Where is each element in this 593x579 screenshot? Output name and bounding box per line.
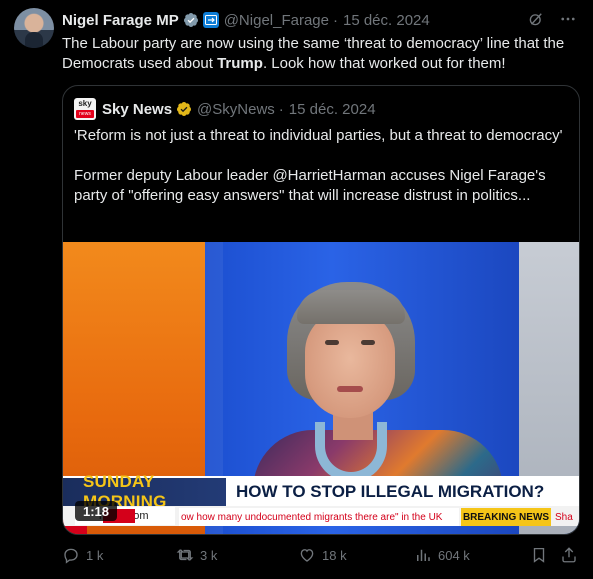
repost-button[interactable]: 3 k xyxy=(176,544,217,566)
subject-fringe xyxy=(297,290,405,324)
reply-button[interactable]: 1 k xyxy=(62,544,103,566)
ticker-text-tail: Sha xyxy=(555,511,573,523)
video-subject xyxy=(253,282,503,520)
bookmark-button[interactable] xyxy=(530,544,548,566)
quoted-post[interactable]: sky news Sky News @SkyNews · 15 déc. 202… xyxy=(62,85,580,535)
subject-face xyxy=(305,310,395,418)
lower-third-headline: HOW TO STOP ILLEGAL MIGRATION? xyxy=(226,478,579,506)
sky-news-avatar[interactable]: sky news xyxy=(74,98,96,120)
share-button[interactable] xyxy=(560,544,578,566)
ticker-text: ow how many undocumented migrants there … xyxy=(179,508,459,526)
subject-eye xyxy=(361,340,375,345)
quoted-paragraph: 'Reform is not just a threat to individu… xyxy=(74,127,563,144)
gold-verified-badge-icon xyxy=(177,102,192,116)
subject-mouth xyxy=(337,386,363,392)
post-date[interactable]: 15 déc. 2024 xyxy=(343,12,430,29)
video-duration: 1:18 xyxy=(75,501,118,521)
post-text-bold: Trump xyxy=(217,55,263,72)
quoted-paragraph: Former deputy Labour leader @HarrietHarm… xyxy=(74,167,546,204)
post-text: The Labour party are now using the same … xyxy=(62,34,572,74)
post-header: Nigel Farage MP @Nigel_Farage · 15 déc. … xyxy=(62,10,577,30)
post-text-part: . Look how that worked out for them! xyxy=(262,55,506,72)
quoted-post-text: 'Reform is not just a threat to individu… xyxy=(74,126,568,226)
sky-logo-news: news xyxy=(76,110,94,118)
verified-badge-icon xyxy=(183,13,198,27)
separator-dot: · xyxy=(332,11,338,29)
grok-icon[interactable] xyxy=(527,10,545,28)
quoted-author-name[interactable]: Sky News xyxy=(102,101,172,118)
like-count: 18 k xyxy=(322,547,347,563)
quoted-post-header: sky news Sky News @SkyNews · 15 déc. 202… xyxy=(74,98,376,120)
quoted-author-handle[interactable]: @SkyNews xyxy=(197,101,275,118)
more-options-icon[interactable] xyxy=(559,10,577,28)
subject-eye xyxy=(325,340,339,345)
views-chart-icon xyxy=(417,549,430,561)
bookmark-icon xyxy=(533,547,545,563)
video-player[interactable]: SUNDAY MORNING HOW TO STOP ILLEGAL MIGRA… xyxy=(63,242,579,534)
post-actions: 1 k 3 k 18 k 604 k xyxy=(62,544,580,566)
affiliation-badge-icon[interactable] xyxy=(202,12,219,28)
breaking-news-label: BREAKING NEWS xyxy=(461,508,551,526)
reply-icon xyxy=(64,548,78,564)
like-button[interactable]: 18 k xyxy=(298,544,347,566)
author-handle[interactable]: @Nigel_Farage xyxy=(224,12,329,29)
sky-logo-text: sky xyxy=(78,99,92,108)
author-avatar[interactable] xyxy=(14,8,54,48)
view-count: 604 k xyxy=(438,547,470,563)
separator-dot: · xyxy=(278,100,284,118)
share-icon xyxy=(562,547,576,563)
quoted-post-date[interactable]: 15 déc. 2024 xyxy=(289,101,376,118)
headline-text: HOW TO STOP ILLEGAL MIGRATION? xyxy=(236,482,545,501)
reply-count: 1 k xyxy=(86,547,104,563)
repost-icon xyxy=(176,549,194,561)
heart-icon xyxy=(300,549,314,562)
author-name[interactable]: Nigel Farage MP xyxy=(62,12,179,29)
repost-count: 3 k xyxy=(200,547,218,563)
views-button[interactable]: 604 k xyxy=(414,544,470,566)
